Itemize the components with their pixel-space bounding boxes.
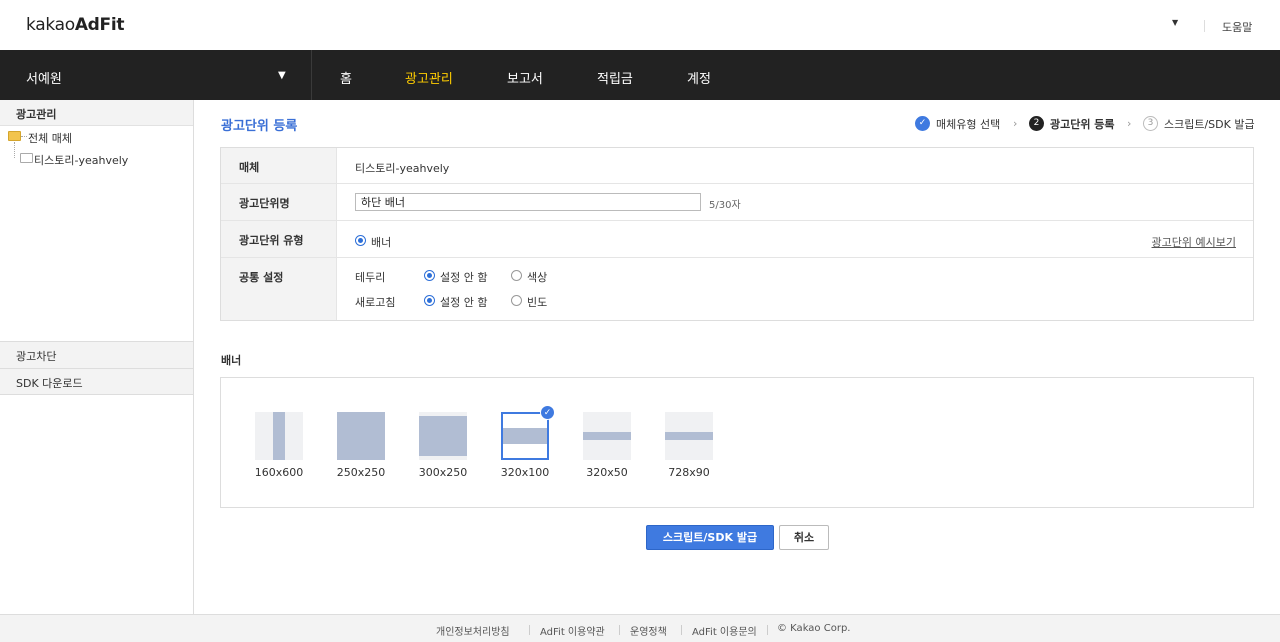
form-row-common-settings: 공통 설정 테두리 설정 안 함 색상 새로고침 설정 안 함 빈도 <box>221 258 1253 320</box>
refresh-frequency-label[interactable]: 빈도 <box>527 294 547 310</box>
border-color-radio[interactable] <box>511 270 522 281</box>
help-link[interactable]: 도움말 <box>1222 19 1252 35</box>
footer-copyright: © Kakao Corp. <box>777 623 851 634</box>
step-number-2: 2 <box>1029 116 1044 131</box>
banner-size-label: 320x50 <box>586 466 628 479</box>
form-row-unit-name: 광고단위명 5/30자 <box>221 184 1253 221</box>
unit-name-char-count: 5/30자 <box>709 200 741 211</box>
kakao-adfit-logo[interactable]: kakaoAdFit <box>26 15 125 35</box>
form-row-unit-type: 광고단위 유형 배너 광고단위 예시보기 <box>221 221 1253 258</box>
tree-connector <box>14 142 15 158</box>
nav-item-ad-management[interactable]: 광고관리 <box>405 68 453 87</box>
unit-name-input[interactable] <box>355 193 701 211</box>
unit-type-banner-radio[interactable] <box>355 235 366 246</box>
selected-check-icon: ✓ <box>540 405 555 420</box>
unit-type-banner-label[interactable]: 배너 <box>371 234 391 250</box>
step-done-check-icon: ✓ <box>915 116 930 131</box>
footer-link-contact[interactable]: AdFit 이용문의 <box>692 623 757 638</box>
nav-item-home[interactable]: 홈 <box>340 68 352 87</box>
banner-size-label: 728x90 <box>668 466 710 479</box>
banner-option-728x90[interactable] <box>665 412 713 460</box>
banner-size-label: 160x600 <box>254 466 304 479</box>
footer-link-terms[interactable]: AdFit 이용약관 <box>540 623 605 638</box>
nav-item-credits[interactable]: 적립금 <box>597 68 633 87</box>
chevron-right-icon: › <box>1013 117 1018 130</box>
footer: 개인정보처리방침 AdFit 이용약관 운영정책 AdFit 이용문의 © Ka… <box>0 614 1280 642</box>
step-number-3: 3 <box>1143 116 1158 131</box>
border-label: 테두리 <box>355 271 386 284</box>
step-issue-script: 스크립트/SDK 발급 <box>1164 118 1255 131</box>
unit-type-label: 광고단위 유형 <box>239 234 304 247</box>
footer-link-privacy[interactable]: 개인정보처리방침 <box>436 623 510 638</box>
common-settings-label: 공통 설정 <box>239 271 284 284</box>
chevron-down-icon: ▼ <box>278 70 286 81</box>
sidebar-item-sdk-download[interactable]: SDK 다운로드 <box>0 368 193 395</box>
refresh-none-label[interactable]: 설정 안 함 <box>440 294 487 310</box>
nav-item-account[interactable]: 계정 <box>687 68 711 87</box>
banner-size-label: 320x100 <box>500 466 550 479</box>
footer-link-policy[interactable]: 운영정책 <box>630 623 667 638</box>
nav-item-reports[interactable]: 보고서 <box>507 68 543 87</box>
banner-size-picker: 160x600 250x250 300x250 ✓ 320x100 320x50… <box>220 377 1254 508</box>
border-none-radio[interactable] <box>424 270 435 281</box>
border-none-label[interactable]: 설정 안 함 <box>440 269 487 285</box>
media-label: 매체 <box>239 161 260 174</box>
refresh-label: 새로고침 <box>355 296 396 309</box>
banner-option-250x250[interactable] <box>337 412 385 460</box>
folder-icon <box>20 153 33 163</box>
step-register-ad-unit: 광고단위 등록 <box>1050 118 1115 131</box>
banner-option-160x600[interactable] <box>255 412 303 460</box>
issue-script-sdk-button[interactable]: 스크립트/SDK 발급 <box>646 525 774 550</box>
form-row-media: 매체 티스토리-yeahvely <box>221 148 1253 184</box>
unit-name-label: 광고단위명 <box>239 197 290 210</box>
banner-option-320x50[interactable] <box>583 412 631 460</box>
header-divider <box>1204 20 1205 32</box>
banner-size-label: 250x250 <box>336 466 386 479</box>
banner-option-300x250[interactable] <box>419 412 467 460</box>
tree-item-all-media[interactable]: 전체 매체 <box>28 130 72 146</box>
step-select-media-type: 매체유형 선택 <box>936 118 1001 131</box>
banner-section-title: 배너 <box>221 354 242 367</box>
page-title: 광고단위 등록 <box>221 119 298 134</box>
tree-item-media[interactable]: 티스토리-yeahvely <box>34 152 128 168</box>
cancel-button[interactable]: 취소 <box>779 525 829 550</box>
open-folder-icon <box>8 131 21 141</box>
sidebar-title: 광고관리 <box>0 100 193 126</box>
chevron-right-icon: › <box>1127 117 1132 130</box>
ad-unit-form: 매체 티스토리-yeahvely 광고단위명 5/30자 광고단위 유형 배너 … <box>220 147 1254 321</box>
refresh-frequency-radio[interactable] <box>511 295 522 306</box>
sidebar: 광고관리 전체 매체 티스토리-yeahvely 광고차단 SDK 다운로드 <box>0 100 194 614</box>
top-header: kakaoAdFit ▼ 도움말 <box>0 0 1280 50</box>
organization-name: 서예원 <box>26 72 62 87</box>
refresh-none-radio[interactable] <box>424 295 435 306</box>
banner-option-320x100[interactable] <box>501 412 549 460</box>
ad-unit-example-link[interactable]: 광고단위 예시보기 <box>1152 234 1236 250</box>
main-nav: 서예원 ▼ 홈 광고관리 보고서 적립금 계정 <box>0 50 1280 100</box>
media-value: 티스토리-yeahvely <box>355 162 450 175</box>
organization-selector[interactable]: 서예원 ▼ <box>0 50 312 100</box>
sidebar-item-ad-block[interactable]: 광고차단 <box>0 341 193 368</box>
account-dropdown-caret-icon[interactable]: ▼ <box>1172 18 1178 27</box>
border-color-label[interactable]: 색상 <box>527 269 547 285</box>
tree-connector <box>21 136 27 137</box>
banner-size-label: 300x250 <box>418 466 468 479</box>
